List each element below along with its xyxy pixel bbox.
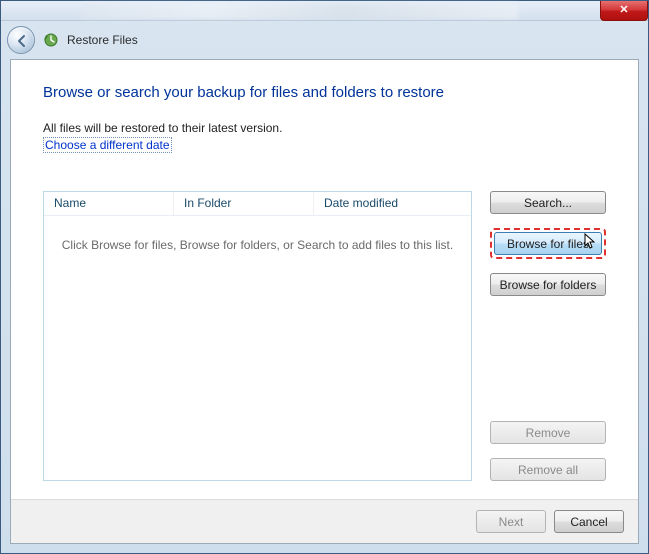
back-arrow-icon [15, 34, 29, 48]
list-empty-message: Click Browse for files, Browse for folde… [44, 216, 471, 480]
list-header: Name In Folder Date modified [44, 192, 471, 216]
address-bar-blurred [81, 3, 518, 19]
mid-row: Name In Folder Date modified Click Brows… [43, 191, 606, 481]
nav-row: Restore Files [1, 21, 648, 59]
column-name[interactable]: Name [44, 192, 174, 215]
browse-folders-button[interactable]: Browse for folders [490, 273, 606, 296]
cancel-button[interactable]: Cancel [554, 510, 624, 533]
remove-all-button: Remove all [490, 458, 606, 481]
column-in-folder[interactable]: In Folder [174, 192, 314, 215]
page-title: Restore Files [67, 33, 138, 47]
side-buttons: Search... Browse for files Browse for fo… [490, 191, 606, 481]
close-button[interactable]: ✕ [600, 1, 648, 21]
footer: Next Cancel [11, 499, 638, 543]
back-button[interactable] [7, 26, 35, 54]
main-heading: Browse or search your backup for files a… [43, 84, 606, 101]
version-note: All files will be restored to their late… [43, 121, 606, 135]
browse-files-highlight: Browse for files [490, 228, 606, 259]
titlebar: ✕ [1, 1, 648, 21]
choose-date-link[interactable]: Choose a different date [43, 137, 172, 153]
search-button[interactable]: Search... [490, 191, 606, 214]
file-list: Name In Folder Date modified Click Brows… [43, 191, 472, 481]
next-button: Next [476, 510, 546, 533]
restore-icon [43, 32, 59, 48]
column-date-modified[interactable]: Date modified [314, 192, 471, 215]
remove-button: Remove [490, 421, 606, 444]
restore-files-window: ✕ Restore Files Browse or search your ba… [0, 0, 649, 554]
content-panel: Browse or search your backup for files a… [10, 59, 639, 544]
browse-files-button[interactable]: Browse for files [494, 232, 602, 255]
